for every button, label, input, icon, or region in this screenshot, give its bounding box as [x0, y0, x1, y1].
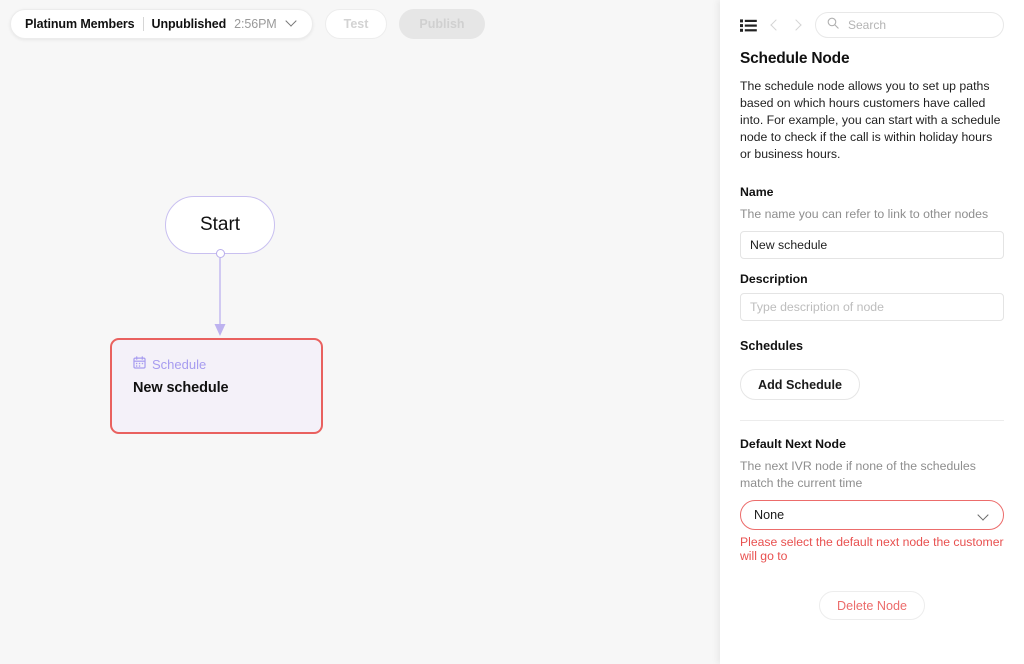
- flow-time-label: 2:56PM: [234, 17, 277, 31]
- flow-canvas[interactable]: Start Schedule New schedule: [0, 0, 720, 664]
- search-box[interactable]: [815, 12, 1004, 38]
- node-start-label: Start: [199, 214, 241, 235]
- default-next-node-select[interactable]: None: [740, 500, 1004, 530]
- panel-header: [740, 0, 1004, 42]
- flow-name-label: Platinum Members: [25, 17, 135, 31]
- name-input[interactable]: [740, 231, 1004, 259]
- name-field-label: Name: [740, 185, 774, 199]
- node-start-output-port[interactable]: [215, 249, 225, 258]
- name-field-help: The name you can refer to link to other …: [740, 207, 989, 221]
- add-schedule-button[interactable]: Add Schedule: [740, 369, 860, 400]
- chevron-down-icon: [978, 510, 989, 521]
- node-details-panel: Schedule Node The schedule node allows y…: [720, 0, 1024, 664]
- list-icon[interactable]: [740, 18, 757, 32]
- node-schedule[interactable]: Schedule New schedule: [110, 338, 323, 434]
- node-schedule-title: New schedule: [133, 380, 229, 396]
- flow-status-label: Unpublished: [151, 17, 227, 31]
- node-schedule-type-label: Schedule: [152, 356, 207, 372]
- publish-button[interactable]: Publish: [399, 9, 485, 39]
- description-field-label: Description: [740, 272, 808, 286]
- schedules-section-label: Schedules: [740, 339, 803, 353]
- flow-edges: [214, 258, 226, 336]
- delete-node-button[interactable]: Delete Node: [818, 591, 925, 620]
- section-divider: [740, 420, 1004, 421]
- calendar-icon: [133, 356, 146, 372]
- default-next-node-error: Please select the default next node the …: [740, 535, 1004, 563]
- default-next-node-help: The next IVR node if none of the schedul…: [740, 459, 976, 490]
- top-toolbar: Platinum Members Unpublished 2:56PM Test…: [10, 9, 485, 39]
- flow-title-dropdown[interactable]: Platinum Members Unpublished 2:56PM: [10, 9, 313, 39]
- description-input[interactable]: [740, 293, 1004, 321]
- delete-node-row: Delete Node: [740, 591, 1004, 620]
- search-input[interactable]: [846, 17, 992, 33]
- chevron-left-icon[interactable]: [767, 18, 781, 32]
- chevron-right-icon[interactable]: [791, 18, 805, 32]
- divider: [142, 17, 144, 31]
- panel-description: The schedule node allows you to set up p…: [740, 79, 1001, 161]
- default-next-node-label: Default Next Node: [740, 437, 846, 451]
- search-icon: [827, 16, 839, 34]
- node-schedule-type: Schedule: [133, 356, 321, 372]
- default-next-node-selected-value: None: [754, 508, 785, 522]
- test-button[interactable]: Test: [324, 9, 388, 39]
- app-root: Start Schedule New schedule Platinum Mem…: [0, 0, 1024, 664]
- page-title: Schedule Node: [740, 50, 850, 67]
- node-start[interactable]: Start: [165, 196, 275, 258]
- chevron-down-icon: [287, 17, 298, 28]
